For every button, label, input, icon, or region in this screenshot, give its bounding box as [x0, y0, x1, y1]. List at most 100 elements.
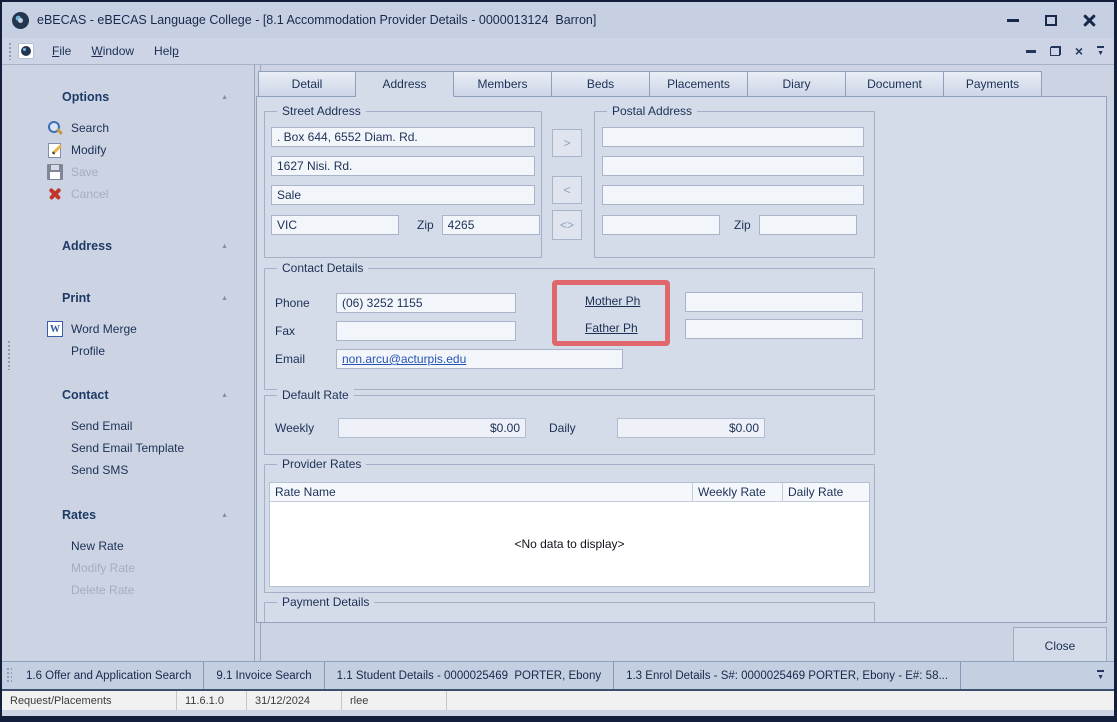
postal-line1-field[interactable] — [602, 127, 864, 147]
column-rate-name[interactable]: Rate Name — [270, 483, 693, 501]
phone-field[interactable] — [336, 293, 516, 313]
tab-document[interactable]: Document — [846, 71, 944, 97]
sidebar-item-search[interactable]: Search — [2, 117, 254, 139]
collapse-arrow-icon[interactable]: ▲ — [221, 392, 228, 399]
payment-details-group: Payment Details — [264, 602, 875, 623]
sidebar-item-send-email[interactable]: Send Email — [2, 415, 254, 437]
postal-line2-field[interactable] — [602, 156, 864, 176]
postal-state-field[interactable] — [602, 215, 720, 235]
maximize-icon[interactable] — [1045, 15, 1057, 26]
postal-city-field[interactable] — [602, 185, 864, 205]
sidebar-item-cancel: Cancel — [2, 183, 254, 205]
swap-addresses-button[interactable]: <> — [552, 210, 582, 240]
window-tab-invoice-search[interactable]: 9.1 Invoice Search — [204, 662, 324, 689]
sidebar-section-options[interactable]: Options ▲ — [2, 87, 254, 107]
title-bar: eBECAS - eBECAS Language College - [8.1 … — [2, 2, 1114, 38]
copy-postal-to-street-button[interactable]: < — [552, 176, 582, 204]
postal-address-legend: Postal Address — [607, 104, 697, 119]
left-edge-grip[interactable] — [7, 340, 12, 370]
email-field[interactable] — [336, 349, 623, 369]
tab-diary[interactable]: Diary — [748, 71, 846, 97]
search-icon — [47, 120, 63, 136]
window-title: eBECAS - eBECAS Language College - [8.1 … — [37, 13, 596, 27]
window-tab-student-details[interactable]: 1.1 Student Details - 0000025469 PORTER,… — [325, 662, 614, 689]
tab-beds[interactable]: Beds — [552, 71, 650, 97]
sidebar-item-modify-rate: Modify Rate — [2, 557, 254, 579]
status-version: 11.6.1.0 — [177, 691, 247, 710]
street-zip-field[interactable] — [442, 215, 540, 235]
close-icon[interactable] — [1083, 14, 1096, 27]
sidebar-section-rates[interactable]: Rates ▲ — [2, 505, 254, 525]
mdi-close-icon[interactable]: × — [1075, 44, 1083, 58]
mdi-dropdown-icon[interactable]: ▼ — [1097, 46, 1104, 57]
collapse-arrow-icon[interactable]: ▲ — [221, 512, 228, 519]
phone-label: Phone — [275, 296, 336, 310]
weekly-rate-field[interactable] — [338, 418, 526, 438]
sidebar-item-word-merge[interactable]: W Word Merge — [2, 318, 254, 340]
spacer-icon — [47, 538, 63, 554]
sidebar: Options ▲ Search Modify Save Cancel — [2, 65, 254, 667]
postal-address-group: Postal Address Zip — [594, 111, 875, 258]
app-window: eBECAS - eBECAS Language College - [8.1 … — [0, 0, 1117, 722]
toolbar-grip[interactable] — [8, 42, 13, 60]
provider-rates-group: Provider Rates Rate Name Weekly Rate Dai… — [264, 464, 875, 593]
sidebar-item-delete-rate: Delete Rate — [2, 579, 254, 601]
address-tab-content: Street Address Zip — [256, 96, 1107, 623]
fax-field[interactable] — [336, 321, 516, 341]
postal-zip-field[interactable] — [759, 215, 857, 235]
default-rate-group: Default Rate Weekly Daily — [264, 395, 875, 455]
sidebar-section-address[interactable]: Address ▲ — [2, 236, 254, 256]
sidebar-item-send-email-template[interactable]: Send Email Template — [2, 437, 254, 459]
spacer-icon — [47, 582, 63, 598]
window-tab-enrol-details[interactable]: 1.3 Enrol Details - S#: 0000025469 PORTE… — [614, 662, 961, 689]
menu-file[interactable]: File — [42, 40, 81, 62]
collapse-arrow-icon[interactable]: ▲ — [221, 295, 228, 302]
minimize-icon[interactable] — [1007, 19, 1019, 22]
spacer-icon — [47, 560, 63, 576]
sidebar-item-profile[interactable]: Profile — [2, 340, 254, 362]
mdi-restore-icon[interactable] — [1050, 46, 1061, 56]
collapse-arrow-icon[interactable]: ▲ — [221, 94, 228, 101]
tab-address[interactable]: Address — [356, 71, 454, 97]
tab-placements[interactable]: Placements — [650, 71, 748, 97]
collapse-arrow-icon[interactable]: ▲ — [221, 243, 228, 250]
daily-rate-field[interactable] — [617, 418, 765, 438]
fax-label: Fax — [275, 324, 336, 338]
daily-label: Daily — [549, 421, 591, 435]
sidebar-section-contact[interactable]: Contact ▲ — [2, 385, 254, 405]
street-state-field[interactable] — [271, 215, 399, 235]
street-line1-field[interactable] — [271, 127, 535, 147]
mdi-minimize-icon[interactable] — [1026, 50, 1036, 53]
default-rate-legend: Default Rate — [277, 388, 354, 403]
weekly-label: Weekly — [275, 421, 338, 435]
copy-street-to-postal-button[interactable]: > — [552, 129, 582, 157]
main-area: Options ▲ Search Modify Save Cancel — [2, 65, 1114, 667]
postal-zip-label: Zip — [734, 218, 751, 232]
highlight-annotation — [552, 280, 670, 346]
menu-help[interactable]: Help — [144, 40, 189, 62]
sidebar-item-send-sms[interactable]: Send SMS — [2, 459, 254, 481]
menu-window[interactable]: Window — [81, 40, 144, 62]
column-daily-rate[interactable]: Daily Rate — [783, 483, 869, 501]
window-list-dropdown-icon[interactable]: ▼ — [1097, 670, 1104, 681]
modify-icon — [47, 142, 63, 158]
sidebar-item-new-rate[interactable]: New Rate — [2, 535, 254, 557]
word-icon: W — [47, 321, 63, 337]
tab-detail[interactable]: Detail — [258, 71, 356, 97]
tab-members[interactable]: Members — [454, 71, 552, 97]
street-city-field[interactable] — [271, 185, 535, 205]
sidebar-section-print[interactable]: Print ▲ — [2, 288, 254, 308]
father-ph-field[interactable] — [685, 319, 863, 339]
tabbar-grip[interactable] — [6, 667, 12, 684]
column-weekly-rate[interactable]: Weekly Rate — [693, 483, 783, 501]
mdi-system-icon[interactable] — [18, 43, 34, 59]
close-button[interactable]: Close — [1013, 627, 1107, 664]
status-module: Request/Placements — [2, 691, 177, 710]
sidebar-item-modify[interactable]: Modify — [2, 139, 254, 161]
mother-ph-field[interactable] — [685, 292, 863, 312]
tab-payments[interactable]: Payments — [944, 71, 1042, 97]
street-line2-field[interactable] — [271, 156, 535, 176]
street-address-group: Street Address Zip — [264, 111, 542, 258]
tab-strip: Detail Address Members Beds Placements D… — [258, 71, 1042, 97]
window-tab-offer-search[interactable]: 1.6 Offer and Application Search — [14, 662, 204, 689]
